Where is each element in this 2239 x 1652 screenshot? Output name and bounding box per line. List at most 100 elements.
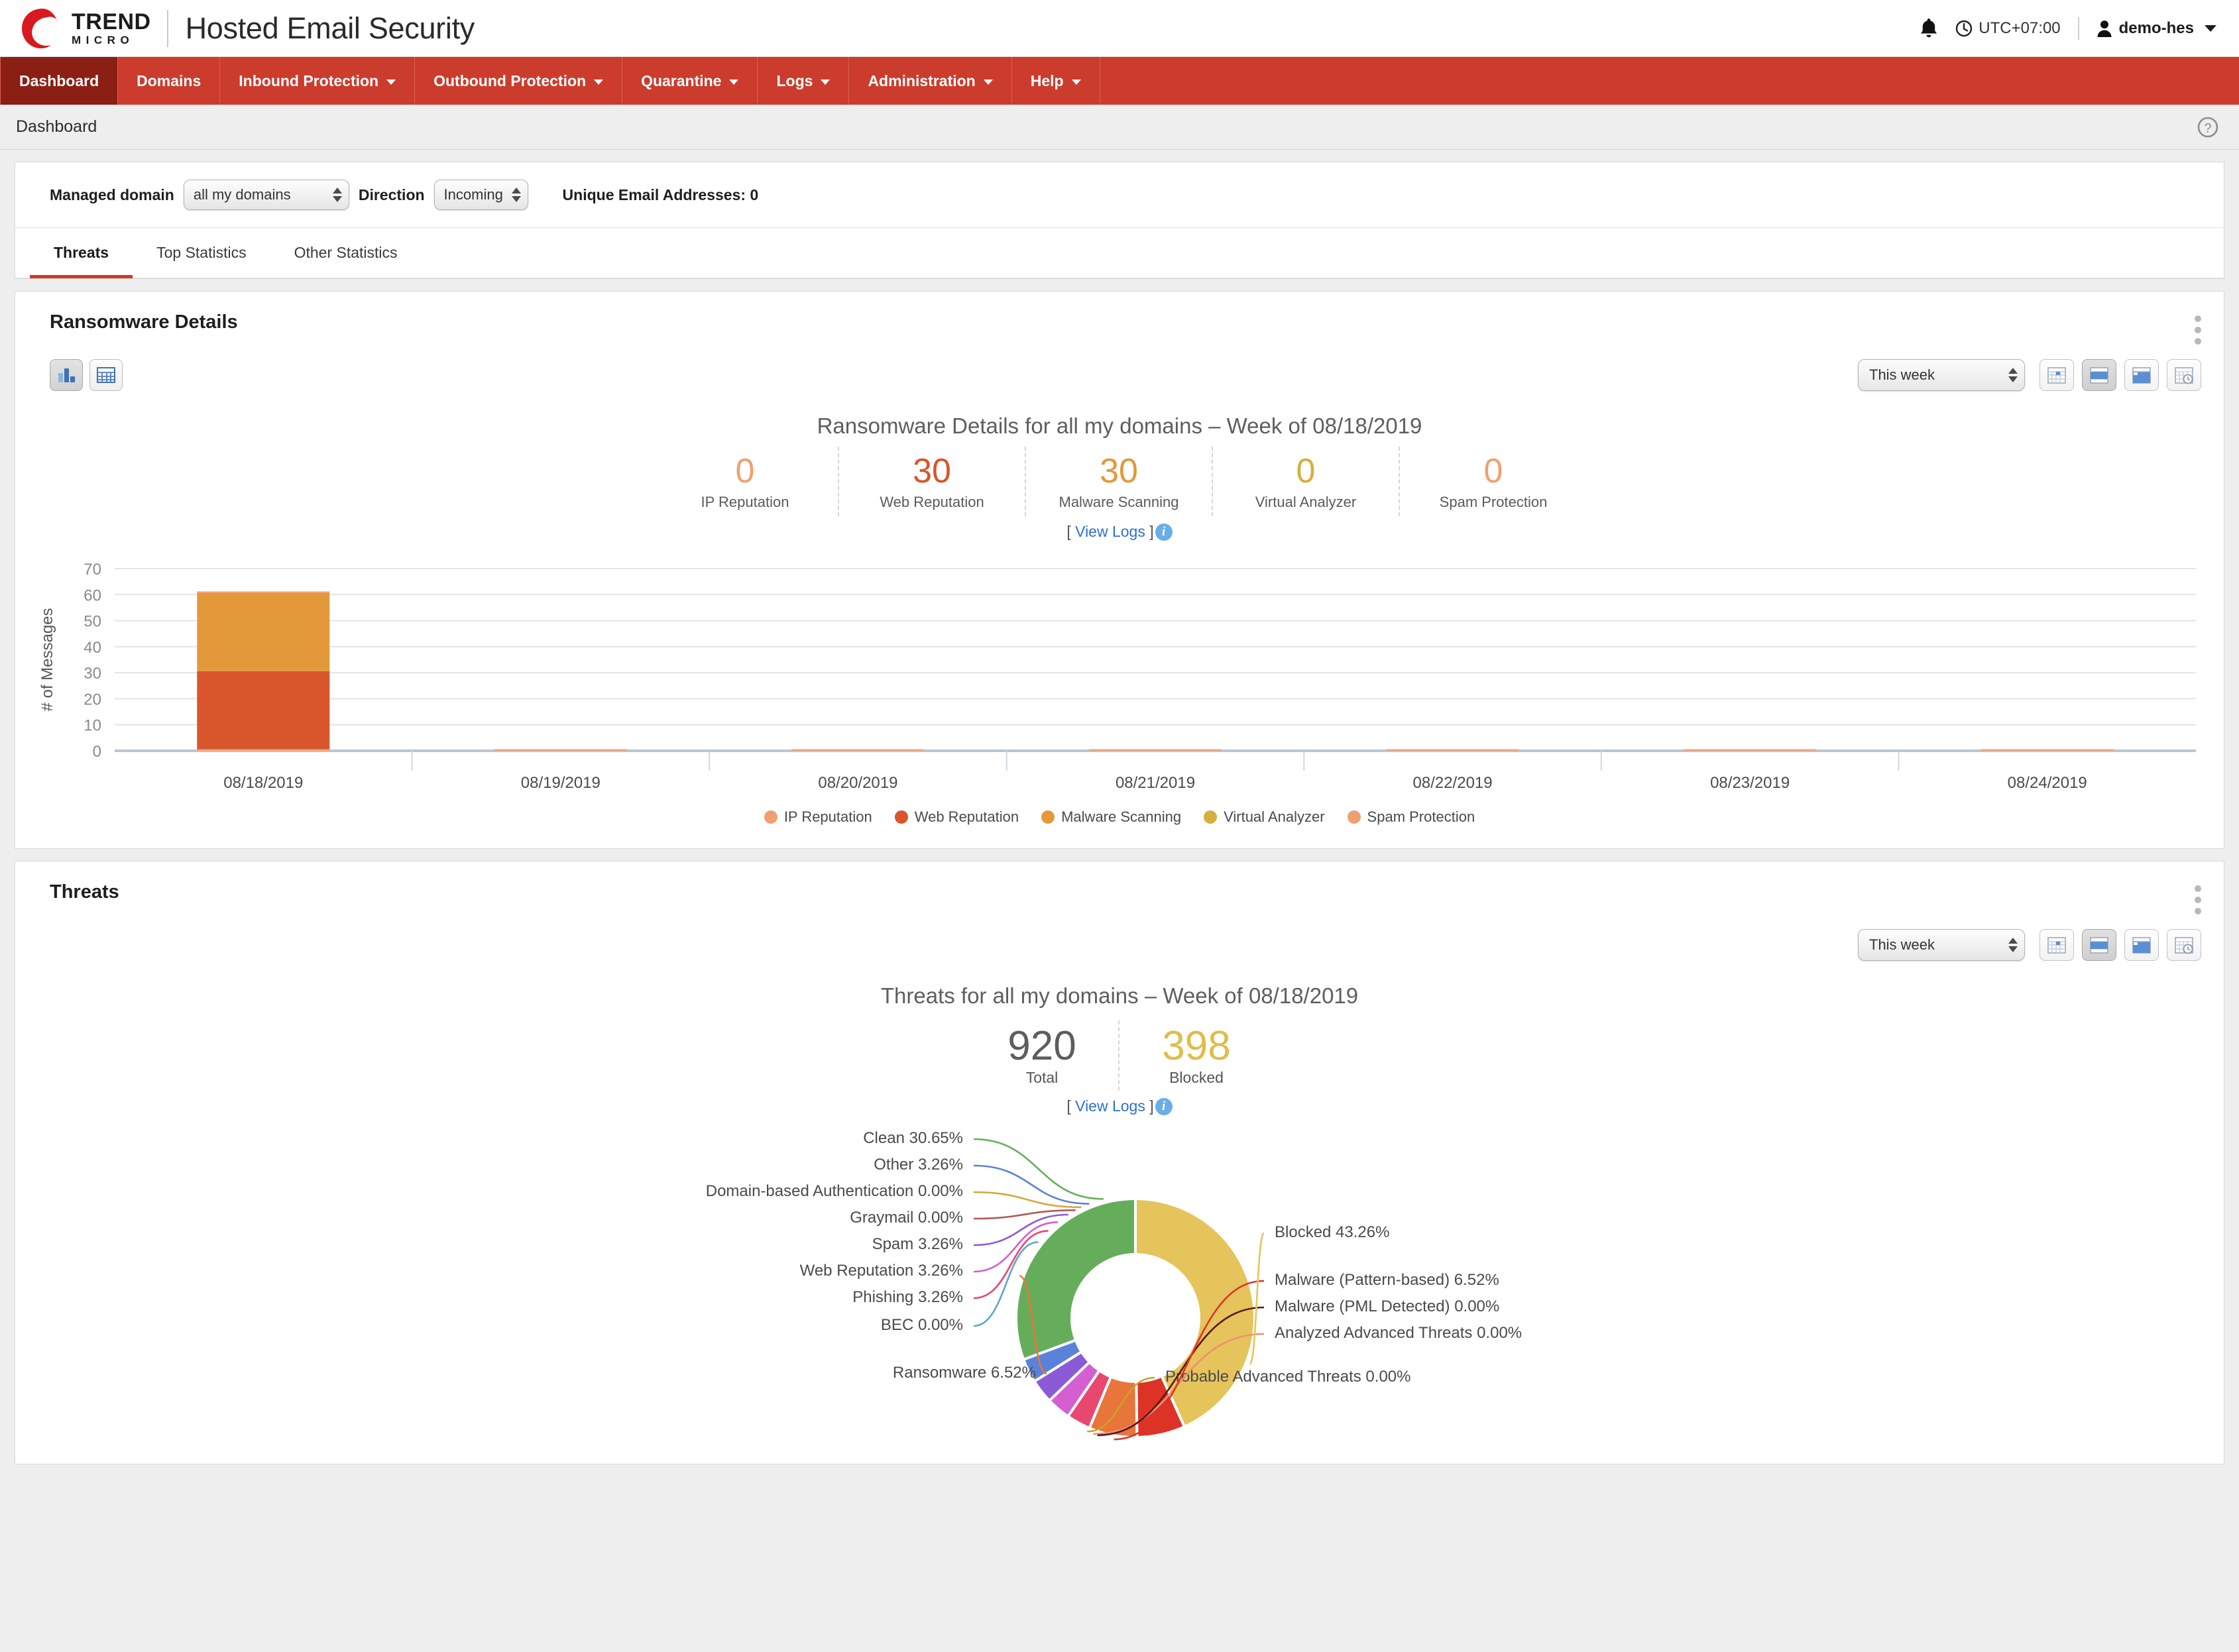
header-divider [2077, 17, 2079, 40]
tab-threats[interactable]: Threats [30, 228, 133, 278]
nav-item-inbound-protection[interactable]: Inbound Protection [220, 57, 416, 105]
svg-text:08/22/2019: 08/22/2019 [1413, 774, 1493, 792]
period-select[interactable]: This week [1858, 928, 2025, 961]
legend-item-ip-reputation: IP Reputation [764, 808, 872, 826]
range-week-button[interactable] [2082, 928, 2116, 961]
chevron-down-icon [1071, 79, 1081, 85]
direction-select[interactable]: Incoming [433, 180, 528, 210]
svg-text:Malware (PML Detected) 0.00%: Malware (PML Detected) 0.00% [1275, 1297, 1499, 1315]
managed-domain-select[interactable]: all my domains [183, 180, 349, 210]
nav-item-quarantine[interactable]: Quarantine [622, 57, 758, 105]
notification-bell-icon[interactable] [1920, 18, 1938, 38]
ransomware-details-panel: Ransomware Details This week Ransomware … [15, 291, 2224, 849]
svg-text:30: 30 [84, 665, 101, 683]
calendar-history-icon [2175, 936, 2193, 954]
info-icon[interactable]: i [1155, 523, 1173, 541]
table-icon [97, 367, 115, 383]
range-week-button[interactable] [2082, 359, 2116, 391]
kpi-label: Web Reputation [880, 493, 984, 510]
brand-wordmark: TREND MICRO [72, 9, 151, 46]
legend-label: IP Reputation [783, 808, 872, 825]
tab-other-statistics[interactable]: Other Statistics [270, 228, 422, 278]
range-day-button[interactable] [2039, 359, 2074, 391]
app-header: TREND MICRO Hosted Email Security UTC+07… [0, 0, 2239, 57]
view-logs-link[interactable]: View Logs [1075, 523, 1145, 540]
panel-menu-button[interactable] [2195, 311, 2201, 345]
legend-label: Spam Protection [1367, 808, 1475, 825]
ransomware-kpi-row: 0 IP Reputation 30 Web Reputation 30 Mal… [15, 447, 2224, 516]
threats-view-logs: [ View Logs ] i [15, 1091, 2224, 1119]
nav-item-logs[interactable]: Logs [758, 57, 850, 105]
timezone-display: UTC+07:00 [1955, 19, 2061, 38]
svg-text:08/20/2019: 08/20/2019 [818, 774, 897, 792]
brand-divider [166, 9, 168, 47]
kpi-value: 0 [735, 452, 755, 490]
range-custom-button[interactable] [2167, 359, 2201, 391]
panel-title: Threats [50, 881, 119, 903]
legend-swatch [1204, 810, 1218, 824]
svg-text:Other 3.26%: Other 3.26% [874, 1156, 963, 1174]
timezone-label: UTC+07:00 [1979, 19, 2061, 37]
threats-kpi-row: 920 Total 398 Blocked [15, 1017, 2224, 1091]
panel-period-controls: This week [1858, 928, 2201, 961]
ransomware-legend: IP Reputation Web Reputation Malware Sca… [15, 794, 2224, 848]
kpi-virtual-analyzer: 0 Virtual Analyzer [1213, 447, 1400, 516]
ransomware-bar-chart: 0 10 20 30 40 50 60 70 # of Messages 08/18/2019 08… [15, 555, 2224, 794]
range-day-button[interactable] [2039, 928, 2074, 961]
range-custom-button[interactable] [2167, 928, 2201, 961]
svg-text:08/21/2019: 08/21/2019 [1116, 774, 1195, 792]
legend-swatch [894, 810, 908, 824]
kpi-label: Malware Scanning [1059, 493, 1179, 510]
kpi-value: 30 [1100, 452, 1138, 490]
user-name: demo-hes [2118, 19, 2194, 37]
nav-item-help[interactable]: Help [1012, 57, 1100, 105]
dashboard-tabs: Threats Top Statistics Other Statistics [15, 228, 2224, 278]
brand-line2: MICRO [72, 33, 135, 46]
view-toggle-group [50, 359, 123, 391]
nav-label: Administration [868, 72, 976, 89]
svg-text:08/24/2019: 08/24/2019 [2008, 774, 2087, 792]
svg-text:50: 50 [84, 612, 101, 630]
period-value: This week [1869, 936, 1935, 953]
info-icon[interactable]: i [1155, 1097, 1173, 1115]
chevron-down-icon [729, 79, 739, 85]
svg-text:40: 40 [84, 638, 101, 656]
brand-line1: TREND [72, 9, 151, 35]
kpi-label: Total [1025, 1068, 1059, 1086]
nav-label: Domains [137, 72, 201, 89]
nav-item-domains[interactable]: Domains [118, 57, 221, 105]
nav-item-outbound-protection[interactable]: Outbound Protection [415, 57, 623, 105]
kpi-malware-scanning: 30 Malware Scanning [1026, 447, 1213, 516]
user-menu[interactable]: demo-hes [2096, 19, 2216, 38]
panel-menu-button[interactable] [2195, 881, 2201, 914]
svg-text:08/19/2019: 08/19/2019 [521, 774, 601, 792]
nav-label: Help [1030, 72, 1064, 89]
period-select[interactable]: This week [1858, 359, 2025, 391]
legend-swatch [1347, 810, 1361, 824]
help-icon[interactable]: ? [2197, 116, 2219, 138]
table-view-button[interactable] [89, 359, 123, 391]
dashboard-content: Managed domain all my domains Direction … [0, 162, 2239, 1464]
nav-item-dashboard[interactable]: Dashboard [0, 57, 119, 105]
svg-text:Analyzed Advanced Threats 0.00: Analyzed Advanced Threats 0.00% [1275, 1324, 1522, 1342]
ransomware-view-logs: [ View Logs ] i [15, 516, 2224, 545]
range-month-button[interactable] [2124, 359, 2159, 391]
view-logs-link[interactable]: View Logs [1075, 1097, 1145, 1115]
tab-top-statistics[interactable]: Top Statistics [133, 228, 270, 278]
kpi-value: 0 [1483, 452, 1503, 490]
direction-value: Incoming [443, 186, 503, 203]
svg-text:0: 0 [93, 743, 101, 761]
calendar-day-icon [2047, 936, 2066, 954]
calendar-day-icon [2047, 367, 2066, 384]
calendar-week-icon [2090, 936, 2108, 954]
spinner-arrows-icon [2008, 937, 2018, 952]
nav-item-administration[interactable]: Administration [849, 57, 1012, 105]
bar-chart-view-button[interactable] [50, 359, 83, 391]
donut-chart-svg: Clean 30.65% Other 3.26% Domain-based Auth… [706, 1129, 1522, 1441]
legend-item-virtual-analyzer: Virtual Analyzer [1204, 808, 1325, 826]
direction-label: Direction [358, 186, 425, 203]
range-month-button[interactable] [2124, 928, 2159, 961]
managed-domain-label: Managed domain [50, 186, 174, 203]
svg-text:?: ? [2204, 121, 2211, 136]
period-value: This week [1869, 366, 1935, 383]
